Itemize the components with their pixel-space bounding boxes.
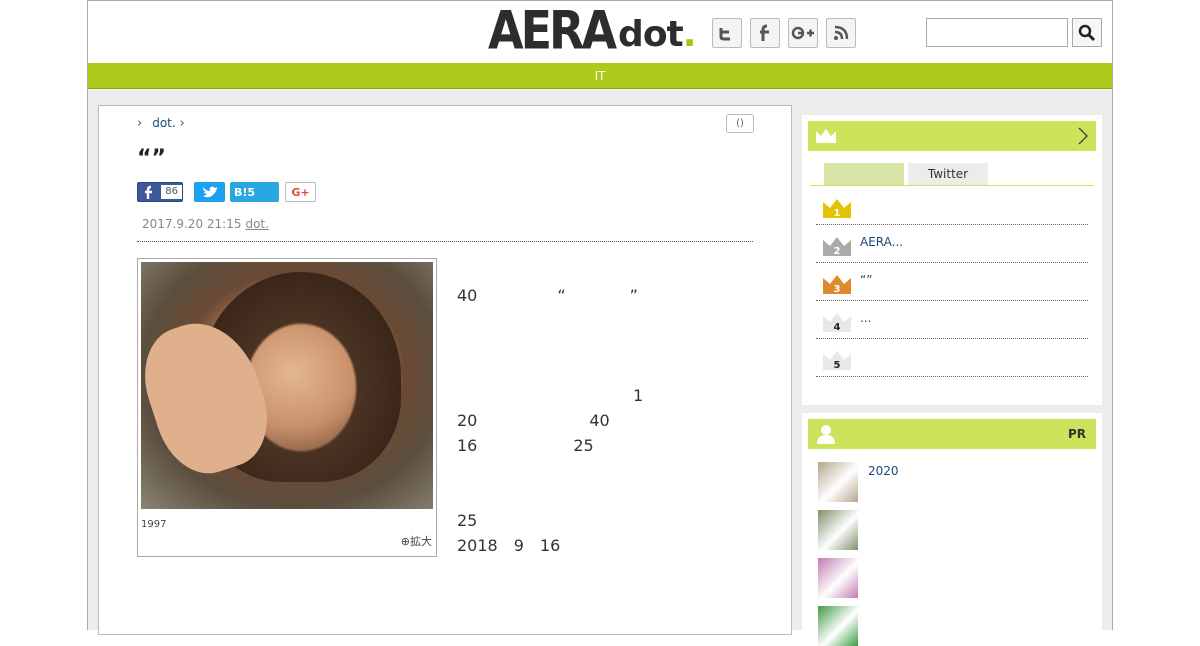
divider	[137, 241, 753, 242]
tab-ranking[interactable]	[824, 163, 904, 185]
svg-text:4: 4	[834, 322, 841, 333]
hatena-bookmark-button[interactable]: B!5	[230, 182, 279, 202]
crown-rank-icon: 2	[823, 237, 851, 257]
crown-rank-icon: 4	[823, 313, 851, 333]
article-body: 40 “ ” 1 20 40 16 25 25 2018 9 16	[457, 258, 1200, 583]
ranking-item[interactable]: 3 “”	[816, 263, 1088, 301]
facebook-icon	[145, 185, 152, 199]
search-input[interactable]	[926, 18, 1068, 47]
article-photo-box: 1997 ⊕拡大	[137, 258, 437, 557]
logo-dot: dot.	[618, 14, 696, 55]
pr-badge: PR	[1067, 427, 1086, 441]
article-date: 2017.9.20 21:15 dot.	[142, 217, 269, 231]
crown-icon	[816, 129, 836, 143]
pr-thumbnail[interactable]	[818, 510, 858, 550]
site-header: AERA dot.	[88, 1, 1112, 63]
googleplus-icon[interactable]	[788, 18, 818, 48]
search-icon	[1078, 24, 1096, 41]
twitter-share-button[interactable]	[194, 182, 225, 202]
crown-rank-icon: 5	[823, 351, 851, 371]
search-button[interactable]	[1072, 18, 1102, 47]
site-logo[interactable]: AERA dot.	[488, 0, 696, 62]
facebook-share-button[interactable]: 86	[137, 182, 183, 202]
article-source-link[interactable]: dot.	[245, 217, 268, 231]
ranking-tabs: Twitter	[824, 163, 992, 185]
breadcrumb-item[interactable]: dot. ›	[152, 116, 185, 131]
pr-thumbnail[interactable]	[818, 558, 858, 598]
ranking-item[interactable]: 1	[816, 187, 1088, 225]
tab-twitter[interactable]: Twitter	[908, 163, 988, 185]
svg-text:1: 1	[834, 208, 841, 219]
person-icon	[817, 425, 835, 444]
nav-item-it[interactable]: IT	[595, 69, 606, 83]
ranking-item[interactable]: 5	[816, 339, 1088, 377]
twitter-icon	[202, 186, 217, 197]
pr-panel: PR 2020	[802, 413, 1102, 646]
ranking-item-title[interactable]: ...	[860, 311, 871, 325]
ranking-item[interactable]: 4...	[816, 301, 1088, 339]
photo-caption: 1997	[141, 519, 167, 530]
svg-text:3: 3	[834, 284, 841, 295]
pr-item-label[interactable]: 2020	[868, 464, 899, 478]
svg-text:5: 5	[834, 360, 841, 371]
paragraph: 1 20 40 16 25	[457, 386, 850, 455]
twitter-icon[interactable]	[712, 18, 742, 48]
category-nav: IT	[88, 63, 1112, 89]
ranking-header[interactable]	[808, 121, 1096, 151]
crown-rank-icon: 3	[823, 275, 851, 295]
page-frame: AERA dot. IT › dot. › () “” 86 B!5 G+ 20…	[87, 0, 1200, 646]
facebook-share-count: 86	[161, 185, 182, 199]
article-panel: › dot. › () “” 86 B!5 G+ 2017.9.20 21:15…	[98, 105, 1200, 635]
ranking-item-title[interactable]: AERA...	[860, 235, 903, 249]
pr-thumbnail[interactable]	[818, 462, 858, 502]
paragraph: 40 “ ”	[457, 261, 910, 305]
paragraph-tail	[137, 583, 569, 607]
svg-text:2: 2	[834, 246, 841, 257]
ranking-panel: Twitter 1 2 AERA... 3 “” 4... 5	[802, 115, 1102, 405]
chevron-right-icon: ›	[179, 116, 185, 131]
ranking-item[interactable]: 2 AERA...	[816, 225, 1088, 263]
pr-header: PR	[808, 419, 1096, 449]
pr-thumbnail[interactable]	[818, 606, 858, 646]
zoom-button[interactable]: ⊕拡大	[401, 533, 432, 549]
article-photo[interactable]	[141, 262, 433, 509]
googleplus-share-button[interactable]: G+	[285, 182, 316, 202]
ranking-item-title[interactable]: “”	[860, 273, 872, 287]
chevron-right-icon: ›	[137, 116, 143, 131]
comment-count[interactable]: ()	[726, 114, 754, 133]
breadcrumb: › dot. ›	[137, 116, 185, 131]
crown-rank-icon: 1	[823, 199, 851, 219]
zoom-icon: ⊕	[400, 535, 410, 548]
paragraph: 25 2018 9 16	[457, 511, 1200, 555]
facebook-icon[interactable]	[750, 18, 780, 48]
article-title: “”	[137, 146, 166, 171]
rss-icon[interactable]	[826, 18, 856, 48]
logo-aera: AERA	[488, 0, 617, 62]
chevron-right-icon	[1078, 127, 1088, 145]
